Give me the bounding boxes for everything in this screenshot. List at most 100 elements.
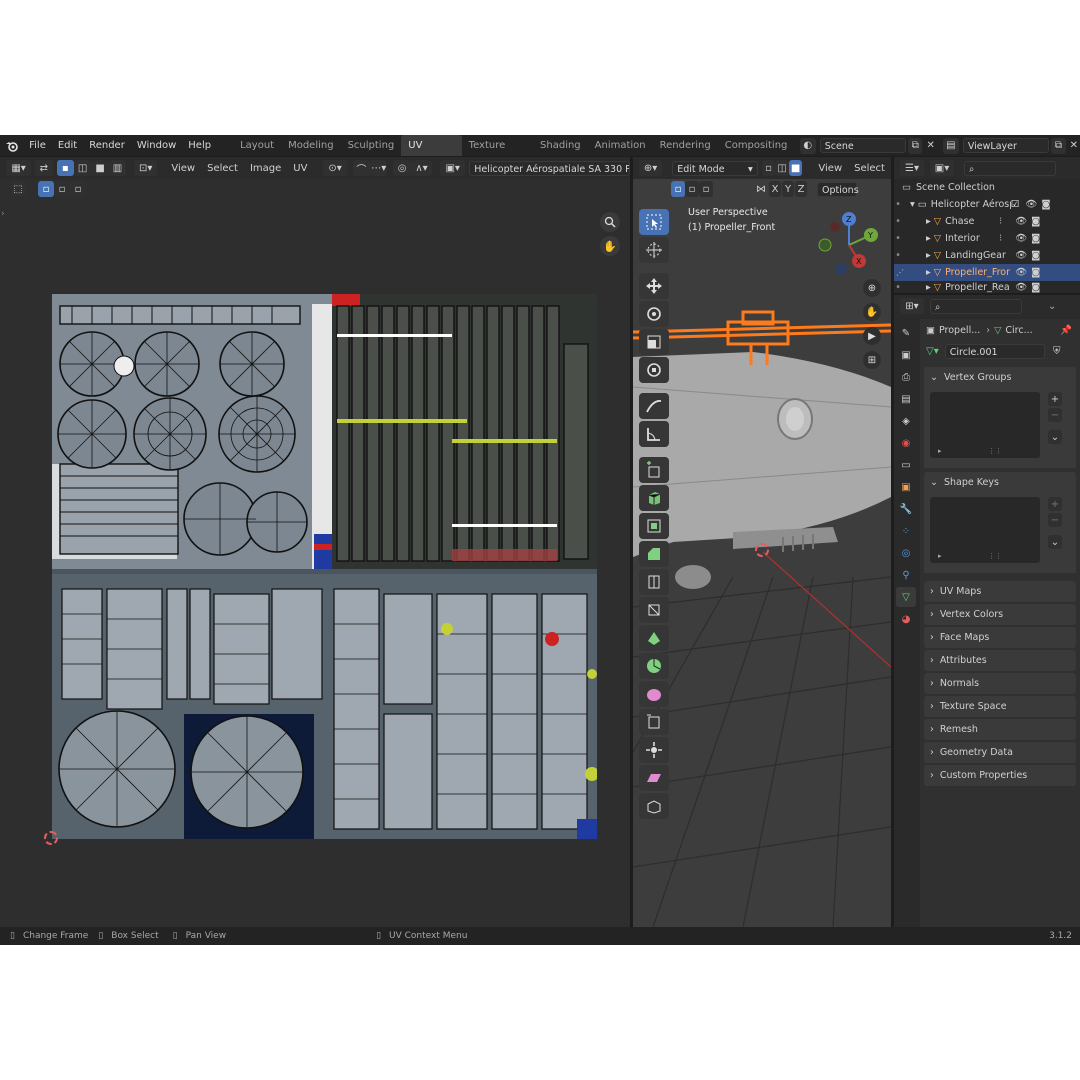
new-scene-icon[interactable]: ⧉ xyxy=(908,137,923,154)
shape-keys-panel-header[interactable]: ⌄ Shape Keys xyxy=(924,472,1076,493)
mesh-data-tab-icon[interactable]: ▽ xyxy=(896,587,916,607)
outliner-search-input[interactable]: ⌕ xyxy=(964,160,1056,176)
visibility-eye-icon[interactable]: 👁 xyxy=(1015,216,1027,227)
delete-view-layer-icon[interactable]: ✕ xyxy=(1068,138,1080,154)
list-grip-icon[interactable]: ⋮⋮ xyxy=(988,552,1002,560)
outliner-item[interactable]: • ▸ ▽ Interior ⁝ 👁 ◙ xyxy=(894,230,1080,247)
pan-hand-icon[interactable]: ✋ xyxy=(600,236,620,256)
tool-shear-icon[interactable] xyxy=(639,765,669,791)
tool-rip-icon[interactable] xyxy=(639,793,669,819)
scene-tab-icon[interactable]: ◈ xyxy=(896,411,916,431)
tab-uv-editing[interactable]: UV Editing xyxy=(401,135,462,172)
render-tab-icon[interactable]: ▣ xyxy=(896,345,916,365)
constraints-tab-icon[interactable]: ⚲ xyxy=(896,565,916,585)
image-name-field[interactable]: Helicopter Aérospatiale SA 330 Puma xyxy=(469,160,631,176)
outliner-item[interactable]: • ▸ ▽ Chase ⁝ 👁 ◙ xyxy=(894,213,1080,230)
include-checkbox-icon[interactable]: ☑ xyxy=(1011,199,1020,210)
material-tab-icon[interactable]: ◕ xyxy=(896,609,916,629)
pin-icon[interactable]: 📌 xyxy=(1060,325,1072,336)
render-camera-icon[interactable]: ◙ xyxy=(1031,250,1040,261)
edit-mode-icon[interactable]: ⋰ xyxy=(894,268,906,277)
visibility-eye-icon[interactable]: 👁 xyxy=(1025,199,1037,210)
editor-type-icon[interactable]: ▦▾ xyxy=(6,160,32,176)
tool-annotate-icon[interactable] xyxy=(639,393,669,419)
geometry-data-panel[interactable]: › Geometry Data xyxy=(924,742,1076,763)
face-maps-panel[interactable]: › Face Maps xyxy=(924,627,1076,648)
expand-arrow-icon[interactable]: ▸ xyxy=(926,282,931,293)
collection-tab-icon[interactable]: ▭ xyxy=(896,455,916,475)
remesh-panel[interactable]: › Remesh xyxy=(924,719,1076,740)
mirror-x[interactable]: X xyxy=(769,181,781,197)
uv-menu-view[interactable]: View xyxy=(165,163,201,174)
tool-poly-build-icon[interactable] xyxy=(639,625,669,651)
tab-compositing[interactable]: Compositing xyxy=(718,135,795,156)
uv-maps-panel[interactable]: › UV Maps xyxy=(924,581,1076,602)
outliner-type-icon[interactable]: ☰▾ xyxy=(900,160,924,176)
tool-add-cube-icon[interactable] xyxy=(639,457,669,483)
menu-render[interactable]: Render xyxy=(83,135,131,156)
view-layer-tab-icon[interactable]: ▤ xyxy=(896,389,916,409)
expand-arrow-icon[interactable]: ▸ xyxy=(926,216,931,227)
uv-menu-image[interactable]: Image xyxy=(244,163,287,174)
display-mode-icon[interactable]: ▣▾ xyxy=(930,160,954,176)
new-view-layer-icon[interactable]: ⧉ xyxy=(1051,137,1066,154)
modifier-tab-icon[interactable]: 🔧 xyxy=(896,499,916,519)
vertex-colors-panel[interactable]: › Vertex Colors xyxy=(924,604,1076,625)
list-grip-icon[interactable]: ⋮⋮ xyxy=(988,447,1002,455)
uv-menu-select[interactable]: Select xyxy=(201,163,244,174)
scene-icon[interactable]: ◐ xyxy=(799,137,816,154)
blender-logo-icon[interactable] xyxy=(0,140,23,152)
delete-scene-icon[interactable]: ✕ xyxy=(924,138,936,154)
uv-menu-uv[interactable]: UV xyxy=(287,163,313,174)
tab-rendering[interactable]: Rendering xyxy=(653,135,718,156)
tool-rotate-icon[interactable] xyxy=(639,301,669,327)
custom-properties-panel[interactable]: › Custom Properties xyxy=(924,765,1076,786)
tab-modeling[interactable]: Modeling xyxy=(281,135,341,156)
mode-selector[interactable]: Edit Mode ▾ xyxy=(672,160,758,176)
physics-tab-icon[interactable]: ◎ xyxy=(896,543,916,563)
tab-sculpting[interactable]: Sculpting xyxy=(341,135,402,156)
mirror-y[interactable]: Y xyxy=(782,181,794,197)
expand-arrow-icon[interactable]: ▸ xyxy=(926,233,931,244)
select-tool-icon[interactable]: ⬚ xyxy=(10,181,26,197)
3d-cursor-icon[interactable] xyxy=(755,543,769,557)
add-shape-key-button[interactable]: + xyxy=(1048,497,1062,511)
tool-shrink-icon[interactable] xyxy=(639,737,669,763)
box-select-subtract-icon[interactable]: ▫ xyxy=(70,181,86,197)
proportional-edit-icon[interactable]: ◎ xyxy=(393,160,411,176)
outliner-item-selected[interactable]: ⋰ ▸ ▽ Propeller_Fror 👁 ◙ xyxy=(894,264,1080,281)
shape-key-menu-icon[interactable]: ⌄ xyxy=(1048,535,1062,549)
vp-camera-icon[interactable]: ▶ xyxy=(863,327,881,345)
viewport-menu-select[interactable]: Select xyxy=(848,163,891,174)
fake-user-shield-icon[interactable]: ⛨ xyxy=(1048,343,1065,359)
tool-extrude-icon[interactable] xyxy=(639,485,669,511)
tool-tab-icon[interactable]: ✎ xyxy=(896,323,916,343)
render-camera-icon[interactable]: ◙ xyxy=(1031,233,1040,244)
remove-shape-key-button[interactable]: − xyxy=(1048,513,1062,527)
view-layer-selector[interactable]: ViewLayer xyxy=(962,138,1050,153)
visibility-eye-icon[interactable]: 👁 xyxy=(1015,282,1027,293)
tool-spin-icon[interactable] xyxy=(639,653,669,679)
render-camera-icon[interactable]: ◙ xyxy=(1031,216,1040,227)
vp-box-new-icon[interactable]: ▫ xyxy=(671,181,685,197)
vp-pan-icon[interactable]: ✋ xyxy=(863,303,881,321)
collapse-arrow-icon[interactable]: ▾ xyxy=(910,199,915,210)
add-vertex-group-button[interactable]: + xyxy=(1048,392,1062,406)
shape-keys-list[interactable]: ▸ ⋮⋮ xyxy=(930,497,1040,563)
box-select-extend-icon[interactable]: ▫ xyxy=(54,181,70,197)
tool-edge-slide-icon[interactable] xyxy=(639,709,669,735)
zoom-icon[interactable] xyxy=(600,212,620,232)
properties-options-icon[interactable]: ⌄ xyxy=(1048,301,1056,312)
tool-transform-icon[interactable] xyxy=(639,357,669,383)
tool-knife-icon[interactable] xyxy=(639,597,669,623)
mirror-z[interactable]: Z xyxy=(795,181,807,197)
vp-zoom-icon[interactable]: ⊕ xyxy=(863,279,881,297)
vertex-mode-icon[interactable]: ▫ xyxy=(761,160,776,176)
mesh-name-field[interactable]: Circle.001 xyxy=(944,343,1045,359)
tool-inset-icon[interactable] xyxy=(639,513,669,539)
tool-cursor-icon[interactable] xyxy=(639,237,669,263)
navigation-gizmo[interactable]: Z Y X xyxy=(813,205,887,279)
world-tab-icon[interactable]: ◉ xyxy=(896,433,916,453)
tool-measure-icon[interactable] xyxy=(639,421,669,447)
viewport-editor-type-icon[interactable]: ⊕▾ xyxy=(639,160,663,176)
